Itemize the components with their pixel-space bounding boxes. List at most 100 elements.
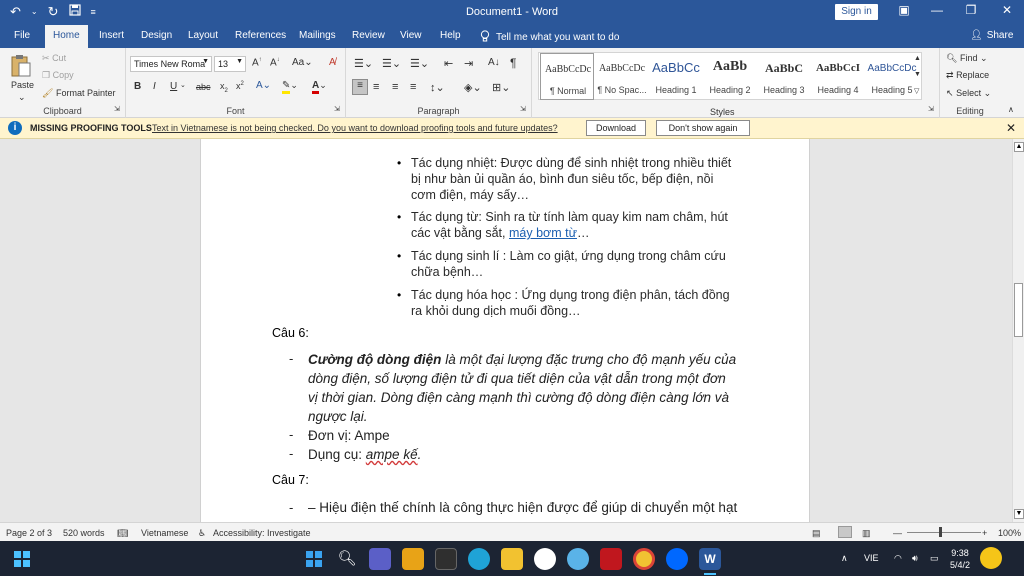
zoom-in-icon[interactable]: + <box>982 528 987 538</box>
bold-icon[interactable]: B <box>134 81 141 92</box>
battery-icon[interactable]: ▭ <box>930 553 939 564</box>
tray-chevron-icon[interactable]: ∧ <box>841 553 848 564</box>
minimize-icon[interactable]: — <box>927 3 947 17</box>
justify-icon[interactable]: ≡ <box>410 81 416 93</box>
underline-dropdown-icon[interactable]: ⌄ <box>180 81 186 89</box>
paste-dropdown-icon[interactable]: ⌄ <box>18 92 26 103</box>
wifi-icon[interactable]: ◠ <box>894 553 902 564</box>
settings-icon[interactable] <box>567 548 589 570</box>
scroll-thumb[interactable] <box>1014 283 1023 337</box>
select-button[interactable]: ↖ Select ⌄ <box>946 88 991 99</box>
close-info-bar-icon[interactable]: ✕ <box>1006 121 1016 135</box>
page-count[interactable]: Page 2 of 3 <box>6 528 52 538</box>
zoom-slider-thumb[interactable] <box>939 527 942 537</box>
style-heading-5[interactable]: AaBbCcDc Heading 5 <box>865 53 919 100</box>
web-layout-icon[interactable]: ▥ <box>862 528 871 539</box>
info-bar-message-link[interactable]: Text in Vietnamese is not being checked.… <box>152 123 558 133</box>
voltage-text[interactable]: – Hiệu điện thế chính là công thực hiện … <box>308 498 768 517</box>
chrome-icon[interactable] <box>633 548 655 570</box>
styles-scroll-down-icon[interactable]: ▼ <box>914 71 921 78</box>
question-6-heading[interactable]: Câu 6: <box>272 326 309 340</box>
font-name-combo[interactable]: Times New Roma ▼ <box>130 56 212 72</box>
close-icon[interactable]: ✕ <box>997 3 1017 17</box>
file-explorer-icon[interactable] <box>402 548 424 570</box>
tell-me-box[interactable]: Tell me what you want to do <box>480 30 619 45</box>
collapse-ribbon-icon[interactable]: ∧ <box>1008 105 1014 114</box>
word-count[interactable]: 520 words <box>63 528 105 538</box>
increase-indent-icon[interactable]: ⇥ <box>464 57 473 70</box>
borders-icon[interactable]: ⊞⌄ <box>492 81 510 94</box>
share-button[interactable]: 👤︎ Share <box>970 30 1013 41</box>
zoom-out-icon[interactable]: — <box>893 528 902 538</box>
align-right-icon[interactable]: ≡ <box>392 81 398 93</box>
clear-formatting-icon[interactable]: A̸ <box>329 57 336 68</box>
store-icon[interactable] <box>501 548 523 570</box>
strikethrough-icon[interactable]: abc <box>196 82 211 92</box>
document-page[interactable]: • Tác dụng nhiệt: Được dùng để sinh nhiệ… <box>200 139 810 522</box>
style-heading-4[interactable]: AaBbCcI Heading 4 <box>811 53 865 100</box>
volume-icon[interactable]: 🔊︎ <box>912 553 918 564</box>
current-definition-text[interactable]: Cường độ dòng điện là một đại lượng đặc … <box>308 350 738 426</box>
mcafee-icon[interactable] <box>600 548 622 570</box>
tab-home[interactable]: Home <box>45 25 88 48</box>
shrink-font-icon[interactable]: A↓ <box>270 57 280 68</box>
multilevel-list-icon[interactable]: ☰⌄ <box>410 57 429 70</box>
ribbon-display-icon[interactable]: ▣ <box>894 3 914 17</box>
font-name-dropdown-icon[interactable]: ▼ <box>202 58 209 65</box>
sign-in-button[interactable]: Sign in <box>835 4 878 20</box>
task-view-icon[interactable] <box>435 548 457 570</box>
format-painter-button[interactable]: 🖌︎ Format Painter <box>42 88 115 99</box>
system-clock[interactable]: 9:38 5/4/2 <box>950 547 970 571</box>
windows-start-icon[interactable] <box>11 548 33 570</box>
tab-insert[interactable]: Insert <box>99 30 124 41</box>
replace-button[interactable]: ⇄ Replace <box>946 70 989 81</box>
grow-font-icon[interactable]: A↑ <box>252 57 262 68</box>
style-heading-2[interactable]: AaBb Heading 2 <box>703 53 757 100</box>
font-size-combo[interactable]: 13 ▼ <box>214 56 246 72</box>
word-taskbar-icon[interactable]: W <box>699 548 721 570</box>
scroll-up-icon[interactable]: ▲ <box>1014 142 1024 152</box>
paragraph-launcher-icon[interactable]: ⇲ <box>520 105 526 113</box>
question-7-heading[interactable]: Câu 7: <box>272 473 309 487</box>
numbering-icon[interactable]: ☰⌄ <box>382 57 401 70</box>
unit-text[interactable]: Đơn vị: Ampe <box>308 426 738 445</box>
font-launcher-icon[interactable]: ⇲ <box>334 105 340 113</box>
style-normal[interactable]: AaBbCcDc ¶ Normal <box>540 53 594 100</box>
align-left-icon[interactable]: ≡ <box>352 79 368 95</box>
line-spacing-icon[interactable]: ↕⌄ <box>430 81 445 94</box>
emoji-notification-icon[interactable] <box>980 547 1002 569</box>
find-button[interactable]: 🔍︎ Find ⌄ <box>946 53 988 64</box>
font-color-icon[interactable]: A⌄ <box>312 80 327 94</box>
italic-icon[interactable]: I <box>153 81 156 92</box>
text-effects-icon[interactable]: A⌄ <box>256 80 271 91</box>
tab-design[interactable]: Design <box>141 30 172 41</box>
start-menu-icon[interactable] <box>303 548 325 570</box>
align-center-icon[interactable]: ≡ <box>373 81 379 93</box>
tab-references[interactable]: References <box>235 30 286 41</box>
focus-mode-icon[interactable]: ▤ <box>812 528 821 539</box>
zoom-slider[interactable] <box>907 532 981 533</box>
tab-review[interactable]: Review <box>352 30 385 41</box>
tab-mailings[interactable]: Mailings <box>299 30 336 41</box>
copy-button[interactable]: ❐ Copy <box>42 70 74 81</box>
language-indicator[interactable]: Vietnamese <box>141 528 188 538</box>
subscript-icon[interactable]: x2 <box>220 81 228 94</box>
font-size-dropdown-icon[interactable]: ▼ <box>236 58 243 65</box>
zalo-icon[interactable] <box>666 548 688 570</box>
highlight-icon[interactable]: ✎⌄ <box>282 80 298 94</box>
accessibility-status[interactable]: Accessibility: Investigate <box>213 528 311 538</box>
style-heading-3[interactable]: AaBbC Heading 3 <box>757 53 811 100</box>
underline-icon[interactable]: U <box>170 81 177 92</box>
scroll-down-icon[interactable]: ▼ <box>1014 509 1024 519</box>
styles-launcher-icon[interactable]: ⇲ <box>928 105 934 113</box>
style-heading-1[interactable]: AaBbCc Heading 1 <box>649 53 703 100</box>
teams-chat-icon[interactable] <box>369 548 391 570</box>
superscript-icon[interactable]: x2 <box>236 81 244 91</box>
styles-scroll-up-icon[interactable]: ▲ <box>914 55 921 62</box>
show-paragraph-marks-icon[interactable]: ¶ <box>510 56 516 70</box>
tab-file[interactable]: File <box>14 30 30 41</box>
input-language[interactable]: VIE <box>864 553 879 563</box>
document-area[interactable]: • Tác dụng nhiệt: Được dùng để sinh nhiệ… <box>0 139 1012 522</box>
restore-icon[interactable]: ❐ <box>961 3 981 17</box>
pump-link[interactable]: máy bơm từ <box>509 226 577 240</box>
